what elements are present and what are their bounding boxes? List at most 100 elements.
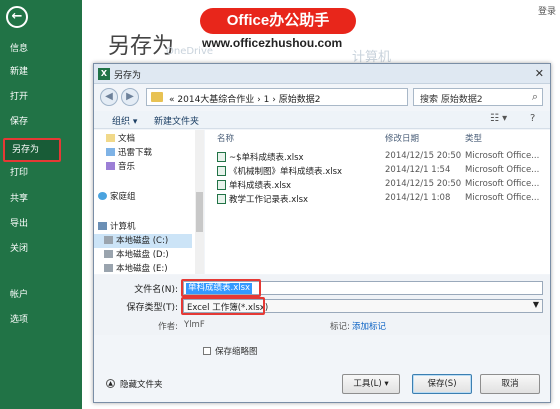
breadcrumb-item[interactable]: 2014大基综合作业: [177, 95, 254, 105]
author-value[interactable]: YlmF: [184, 320, 205, 330]
dialog-toolbar: 组织 ▾ 新建文件夹 ☷ ▾ ?: [94, 111, 550, 129]
computer-icon: [98, 222, 107, 230]
cancel-button[interactable]: 取消: [480, 374, 540, 394]
backstage-sidebar: ← 信息 新建 打开 保存 另存为 打印 共享 导出 关闭 帐户 选项: [0, 0, 82, 409]
nav-item-documents[interactable]: 文档: [94, 132, 192, 146]
back-icon[interactable]: ◀: [100, 88, 118, 106]
sidebar-item-account[interactable]: 帐户: [0, 284, 82, 306]
sidebar-item-info[interactable]: 信息: [0, 38, 82, 60]
highlight-box: [181, 297, 265, 315]
nav-item-homegroup[interactable]: 家庭组: [94, 190, 192, 204]
dialog-footer: ▲ 隐藏文件夹 工具(L) ▾ 保存(S) 取消: [94, 364, 550, 402]
file-list: 名称 修改日期 类型 ~$单科成绩表.xlsx 2014/12/15 20:50…: [205, 130, 550, 274]
download-icon: [106, 148, 115, 156]
file-date: 2014/12/1 1:08: [385, 193, 451, 203]
sidebar-item-save[interactable]: 保存: [0, 111, 82, 133]
save-thumbnail-checkbox[interactable]: [203, 347, 211, 355]
sidebar-item-open[interactable]: 打开: [0, 86, 82, 108]
search-input[interactable]: 搜索 原始数据2 ⌕: [413, 88, 543, 106]
file-name: 教学工作记录表.xlsx: [229, 195, 309, 205]
homegroup-icon: [98, 192, 107, 200]
nav-item-label: 计算机: [110, 222, 136, 232]
nav-item-drive-c[interactable]: 本地磁盘 (C:): [94, 234, 192, 248]
tags-label: 标记:: [330, 322, 350, 332]
nav-item-label: 本地磁盘 (C:): [116, 236, 169, 246]
nav-item-label: 本地磁盘 (E:): [116, 264, 168, 274]
music-icon: [106, 162, 115, 170]
file-type: Microsoft Office...: [465, 193, 540, 203]
nav-item-label: 音乐: [118, 162, 136, 172]
breadcrumb-separator[interactable]: ›: [257, 95, 261, 105]
file-date: 2014/12/15 20:50: [385, 179, 462, 189]
page-title: 另存为: [108, 34, 175, 59]
file-name: 《机械制图》单科成绩表.xlsx: [229, 167, 343, 177]
sidebar-item-print[interactable]: 打印: [0, 162, 82, 184]
column-header-name[interactable]: 名称: [217, 132, 234, 144]
file-type: Microsoft Office...: [465, 151, 540, 161]
nav-item-label: 本地磁盘 (D:): [116, 250, 169, 260]
chevron-down-icon[interactable]: ▼: [533, 300, 539, 309]
nav-item-label: 迅雷下载: [118, 148, 153, 158]
nav-item-drive-e[interactable]: 本地磁盘 (E:): [94, 262, 192, 274]
file-row[interactable]: 单科成绩表.xlsx 2014/12/15 20:50 Microsoft Of…: [205, 178, 550, 192]
sidebar-item-save-as[interactable]: 另存为: [3, 138, 61, 162]
excel-file-icon: [217, 194, 226, 204]
tools-button[interactable]: 工具(L) ▾: [342, 374, 400, 394]
breadcrumb-item[interactable]: 1: [264, 95, 270, 105]
help-icon[interactable]: ?: [530, 113, 535, 124]
breadcrumb-overflow[interactable]: «: [169, 95, 175, 105]
file-row[interactable]: ~$单科成绩表.xlsx 2014/12/15 20:50 Microsoft …: [205, 150, 550, 164]
sidebar-item-export[interactable]: 导出: [0, 213, 82, 235]
sidebar-item-new[interactable]: 新建: [0, 61, 82, 83]
back-arrow-icon[interactable]: ←: [6, 6, 28, 28]
dialog-titlebar: X 另存为 ✕: [94, 64, 550, 84]
file-date: 2014/12/15 20:50: [385, 151, 462, 161]
nav-scrollbar[interactable]: [195, 130, 204, 274]
file-name: ~$单科成绩表.xlsx: [229, 153, 304, 163]
excel-icon: X: [98, 68, 110, 80]
column-header-type[interactable]: 类型: [465, 132, 482, 144]
document-icon: [106, 134, 115, 142]
hide-folders-toggle[interactable]: 隐藏文件夹: [120, 378, 163, 390]
file-row[interactable]: 《机械制图》单科成绩表.xlsx 2014/12/1 1:54 Microsof…: [205, 164, 550, 178]
file-type: Microsoft Office...: [465, 179, 540, 189]
address-bar[interactable]: « 2014大基综合作业 › 1 › 原始数据2 ⟳: [146, 88, 456, 106]
scrollbar-thumb[interactable]: [196, 192, 203, 232]
organize-menu[interactable]: 组织 ▾: [112, 114, 137, 127]
search-icon[interactable]: ⌕: [532, 90, 538, 104]
save-button[interactable]: 保存(S): [412, 374, 472, 394]
sidebar-item-share[interactable]: 共享: [0, 188, 82, 210]
search-placeholder: 搜索 原始数据2: [420, 95, 483, 105]
breadcrumb-item[interactable]: 原始数据2: [279, 95, 321, 105]
nav-item-music[interactable]: 音乐: [94, 160, 192, 174]
dialog-title: 另存为: [114, 71, 142, 81]
highlight-box: [181, 279, 261, 297]
forward-icon[interactable]: ▶: [121, 88, 139, 106]
new-folder-button[interactable]: 新建文件夹: [154, 114, 199, 127]
sidebar-item-options[interactable]: 选项: [0, 309, 82, 331]
file-date: 2014/12/1 1:54: [385, 165, 451, 175]
add-tags-link[interactable]: 添加标记: [352, 320, 386, 332]
brand-watermark: Office办公助手: [200, 8, 356, 34]
close-icon[interactable]: ✕: [535, 67, 544, 80]
nav-item-label: 文档: [118, 134, 136, 144]
nav-item-downloads[interactable]: 迅雷下载: [94, 146, 192, 160]
drive-icon: [104, 250, 113, 258]
nav-item-drive-d[interactable]: 本地磁盘 (D:): [94, 248, 192, 262]
breadcrumb-separator[interactable]: ›: [272, 95, 276, 105]
file-row[interactable]: 教学工作记录表.xlsx 2014/12/1 1:08 Microsoft Of…: [205, 192, 550, 206]
chevron-up-icon[interactable]: ▲: [106, 379, 115, 388]
tools-button-label: 工具(L): [353, 379, 382, 389]
sign-in-link[interactable]: 登录: [538, 4, 556, 17]
breadcrumb: « 2014大基综合作业 › 1 › 原始数据2: [169, 92, 320, 105]
file-name: 单科成绩表.xlsx: [229, 181, 292, 191]
excel-file-icon: [217, 180, 226, 190]
nav-item-computer[interactable]: 计算机: [94, 220, 192, 234]
sidebar-item-close[interactable]: 关闭: [0, 238, 82, 260]
file-type: Microsoft Office...: [465, 165, 540, 175]
view-options-icon[interactable]: ☷ ▾: [490, 113, 507, 124]
column-header-date[interactable]: 修改日期: [385, 132, 419, 144]
filename-label: 文件名(N):: [134, 285, 178, 295]
excel-file-icon: [217, 152, 226, 162]
navigation-bar: ◀ ▶ « 2014大基综合作业 › 1 › 原始数据2 ⟳ 搜索 原始数据2 …: [94, 84, 550, 110]
